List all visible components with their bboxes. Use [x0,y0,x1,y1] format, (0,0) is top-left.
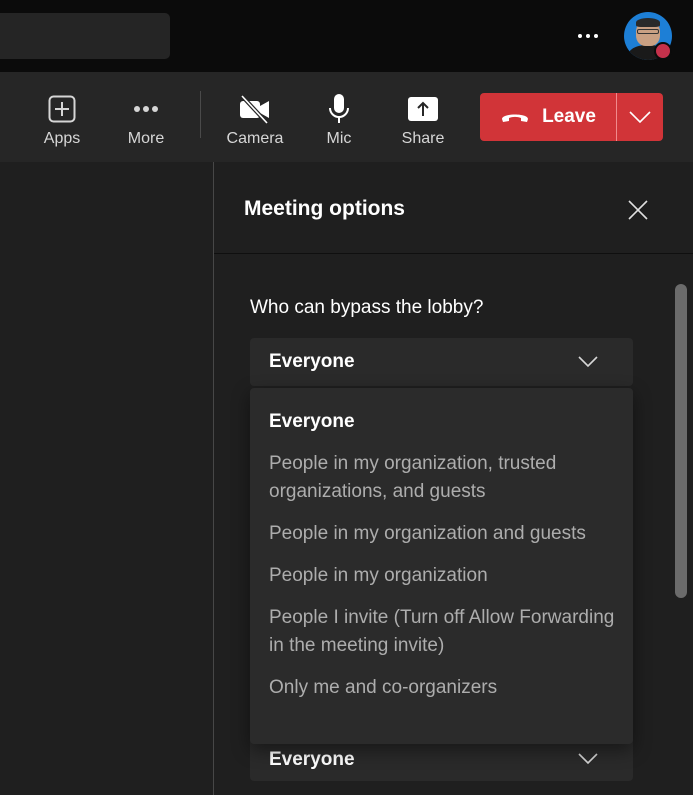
close-button[interactable] [624,196,652,224]
close-x-icon [628,200,648,220]
mic-label: Mic [326,130,352,147]
lobby-bypass-value: Everyone [269,351,355,372]
lobby-option-org-guests[interactable]: People in my organization and guests [250,520,633,548]
leave-options-button[interactable] [617,93,663,141]
apps-add-icon [48,87,76,131]
lobby-option-people-i-invite[interactable]: People I invite (Turn off Allow Forwardi… [250,604,633,660]
chevron-down-icon [629,111,651,123]
panel-title: Meeting options [244,197,405,220]
more-button[interactable]: More [120,72,172,162]
share-tray-icon [408,87,438,131]
panel-scrollbar[interactable] [675,284,687,598]
meeting-stage [0,162,213,795]
meeting-toolbar: Apps More Camera Mic Share Leave [0,72,693,162]
camera-label: Camera [226,130,284,147]
leave-button[interactable]: Leave [480,93,616,141]
lobby-options-listbox: Everyone People in my organization, trus… [250,388,633,744]
share-button[interactable]: Share [398,72,448,162]
ellipsis-horizontal-icon[interactable] [574,22,602,50]
chevron-down-icon [578,356,598,368]
presence-status-badge [654,42,672,60]
hang-up-icon [502,114,529,122]
lobby-question-label: Who can bypass the lobby? [250,297,484,318]
lobby-option-org[interactable]: People in my organization [250,562,633,590]
leave-label: Leave [542,106,596,127]
toolbar-divider [200,91,201,138]
lobby-bypass-select[interactable]: Everyone [250,338,633,386]
mic-button[interactable]: Mic [320,72,358,162]
chevron-down-icon [578,753,598,765]
lobby-option-everyone[interactable]: Everyone [250,408,633,436]
camera-button[interactable]: Camera [223,72,287,162]
lobby-option-only-me-coorganizers[interactable]: Only me and co-organizers [250,674,633,702]
top-bar [0,0,693,72]
lobby-option-org-trusted-guests[interactable]: People in my organization, trusted organ… [250,450,633,506]
meeting-options-panel: Meeting options Who can bypass the lobby… [214,162,693,795]
leave-button-group: Leave [480,93,663,141]
camera-off-icon [239,87,271,131]
share-label: Share [401,130,445,147]
microphone-icon [327,87,351,131]
panel-header: Meeting options [214,162,693,254]
second-option-value: Everyone [269,749,355,770]
apps-button[interactable]: Apps [36,72,88,162]
more-dots-icon [132,87,160,131]
more-label: More [127,130,165,147]
apps-label: Apps [43,130,81,147]
search-box[interactable] [0,13,170,59]
